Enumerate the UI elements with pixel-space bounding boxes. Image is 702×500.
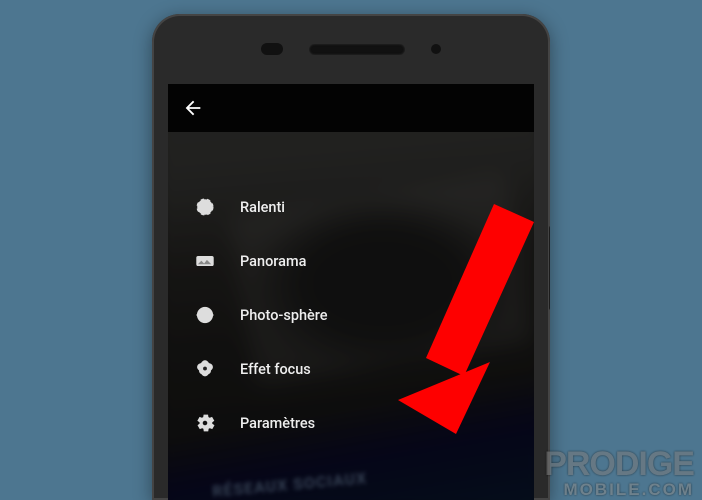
menu-item-label: Paramètres [240,415,315,432]
menu-item-parametres[interactable]: Paramètres [168,396,534,450]
menu-item-label: Photo-sphère [240,307,328,324]
earpiece-speaker [309,44,405,55]
lens-blur-icon [194,358,216,380]
phone-frame: RÉSEAUX SOCIAUX Ralenti [152,14,550,500]
phone-hardware-top [152,14,550,84]
back-arrow-icon [182,97,204,119]
menu-item-photosphere[interactable]: Photo-sphère [168,288,534,342]
top-bar [168,84,534,132]
camera-mode-menu: Ralenti Panorama Photo [168,180,534,450]
watermark-line2: MOBILE.COM [544,481,694,498]
menu-item-ralenti[interactable]: Ralenti [168,180,534,234]
panorama-icon [194,250,216,272]
back-button[interactable] [182,97,204,119]
gear-icon [194,412,216,434]
menu-item-label: Panorama [240,253,306,270]
menu-item-panorama[interactable]: Panorama [168,234,534,288]
watermark: PRODIGE MOBILE.COM [544,447,694,498]
front-camera [261,43,283,55]
photosphere-icon [194,304,216,326]
screen: RÉSEAUX SOCIAUX Ralenti [168,84,534,500]
menu-item-label: Ralenti [240,199,285,216]
watermark-line1: PRODIGE [544,447,694,481]
sensor-dot [431,44,441,54]
power-button [549,226,550,310]
slow-motion-icon [194,196,216,218]
menu-item-effet-focus[interactable]: Effet focus [168,342,534,396]
menu-item-label: Effet focus [240,361,311,378]
